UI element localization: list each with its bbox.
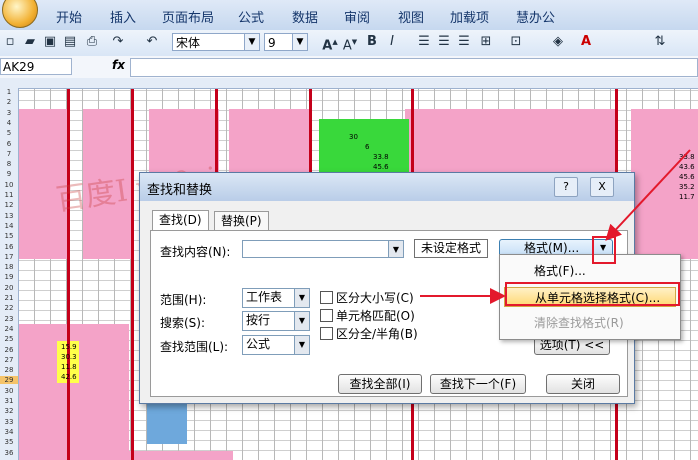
annotation-arrows [420,149,691,304]
arrow-to-dropdown [605,149,691,241]
